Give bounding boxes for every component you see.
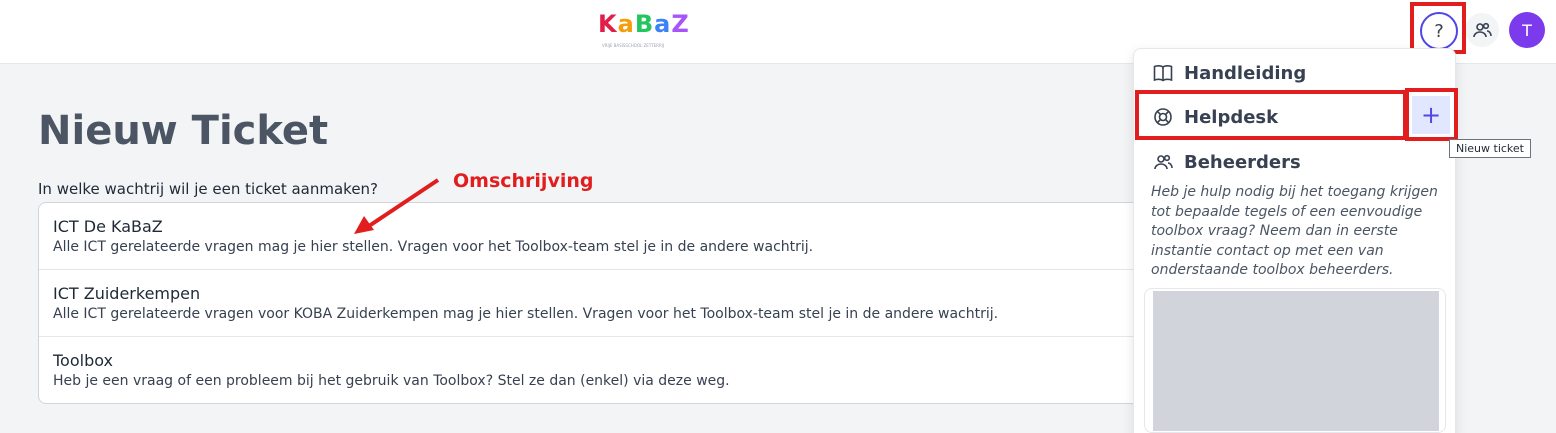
annotation-arrow-icon: [354, 178, 440, 234]
user-avatar[interactable]: T: [1509, 12, 1545, 48]
queue-name: Toolbox: [53, 351, 113, 370]
helpdesk-highlight: [1135, 90, 1407, 140]
users-icon: [1152, 151, 1174, 173]
logo-tagline: VRIJE BASISSCHOOL ZETTERRIJ: [602, 43, 665, 48]
users-icon: [1473, 22, 1492, 38]
admins-placeholder: [1153, 291, 1439, 431]
annotation-label: Omschrijving: [453, 170, 594, 192]
menu-item-beheerders[interactable]: Beheerders: [1152, 151, 1301, 173]
menu-item-handleiding[interactable]: Handleiding: [1152, 62, 1306, 84]
new-ticket-highlight: [1405, 88, 1458, 141]
help-button-highlight: [1410, 2, 1466, 54]
queue-item-ict-zuiderkempen[interactable]: ICT Zuiderkempen Alle ICT gerelateerde v…: [39, 270, 1167, 337]
kabaz-logo[interactable]: KaBaZ VRIJE BASISSCHOOL ZETTERRIJ: [598, 10, 689, 50]
page-title: Nieuw Ticket: [38, 108, 329, 154]
queue-item-toolbox[interactable]: Toolbox Heb je een vraag of een probleem…: [39, 337, 1167, 403]
queue-description: Alle ICT gerelateerde vragen voor KOBA Z…: [53, 306, 999, 322]
queue-description: Heb je een vraag of een probleem bij het…: [53, 373, 730, 389]
queue-list: ICT De KaBaZ Alle ICT gerelateerde vrage…: [38, 202, 1168, 404]
admins-info-text: Heb je hulp nodig bij het toegang krijge…: [1151, 184, 1438, 278]
admins-list: [1144, 288, 1446, 433]
queue-description: Alle ICT gerelateerde vragen mag je hier…: [53, 239, 814, 255]
queue-item-ict-de-kabaz[interactable]: ICT De KaBaZ Alle ICT gerelateerde vrage…: [39, 203, 1167, 270]
queue-name: ICT De KaBaZ: [53, 217, 163, 236]
queue-name: ICT Zuiderkempen: [53, 284, 201, 303]
queue-question: In welke wachtrij wil je een ticket aanm…: [38, 180, 379, 198]
new-ticket-tooltip: Nieuw ticket: [1449, 139, 1531, 158]
book-icon: [1152, 62, 1174, 84]
users-button[interactable]: [1465, 13, 1499, 47]
